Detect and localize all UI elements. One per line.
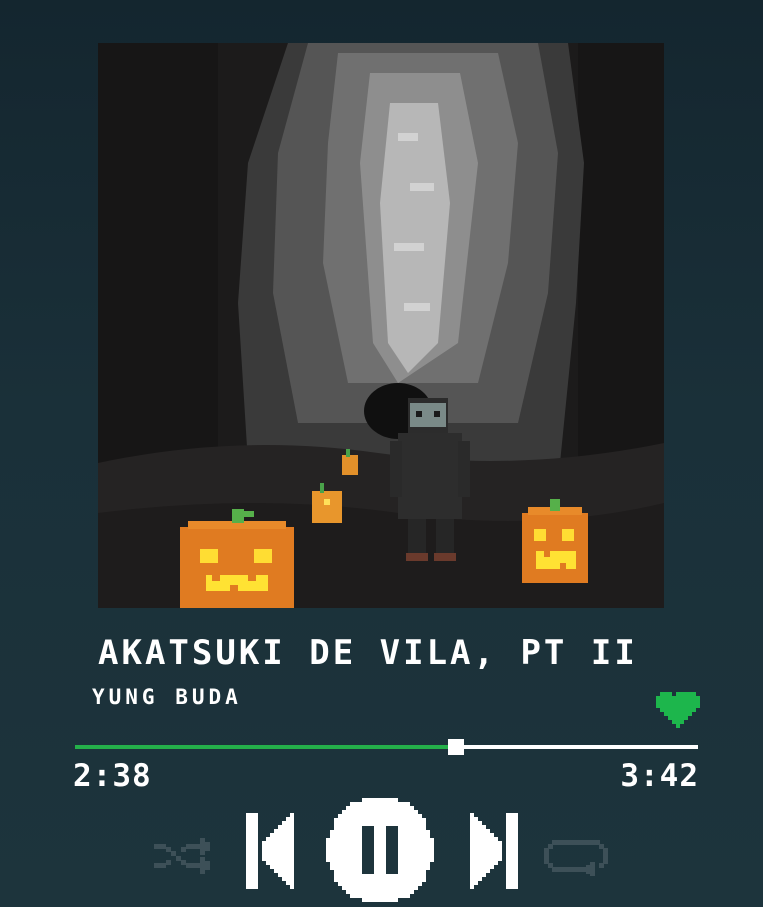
shuffle-button[interactable] <box>154 838 214 878</box>
pause-button[interactable] <box>326 798 434 906</box>
repeat-button[interactable] <box>544 836 608 880</box>
repeat-icon <box>544 840 608 876</box>
previous-button[interactable] <box>246 813 294 893</box>
shuffle-icon <box>154 838 210 874</box>
like-button[interactable] <box>656 692 700 728</box>
track-title: AKATSUKI DE VILA, PT II <box>98 633 638 673</box>
next-button[interactable] <box>470 813 518 893</box>
track-artist[interactable]: YUNG BUDA <box>92 683 242 711</box>
total-time: 3:42 <box>620 758 699 794</box>
skip-next-icon <box>470 813 518 889</box>
pause-icon <box>326 798 434 902</box>
current-time: 2:38 <box>73 758 152 794</box>
progress-fill <box>75 745 457 749</box>
heart-icon <box>656 692 700 728</box>
progress-thumb[interactable] <box>448 739 465 755</box>
album-art <box>98 43 664 608</box>
skip-previous-icon <box>246 813 294 889</box>
progress-bar[interactable] <box>75 739 698 755</box>
